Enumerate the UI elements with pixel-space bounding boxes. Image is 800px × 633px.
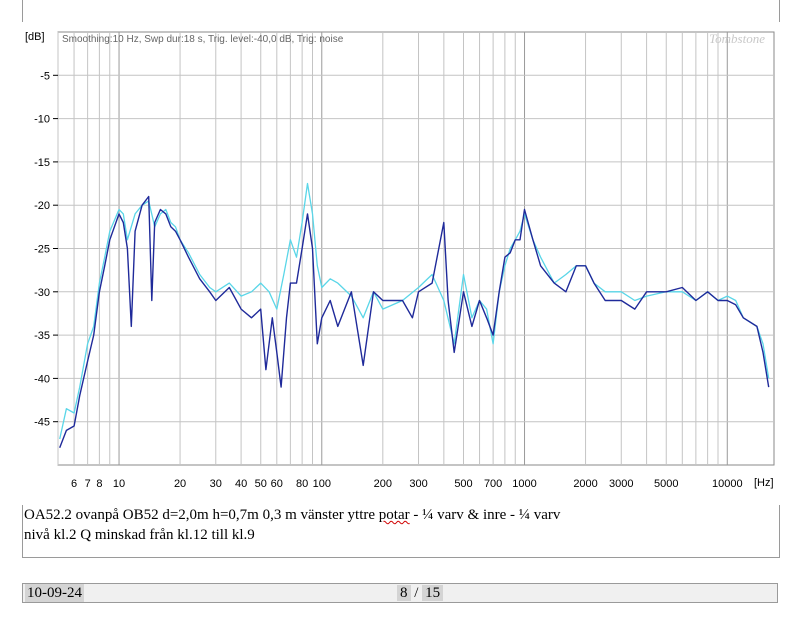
y-tick-labels: -5 -10 -15 -20 -25 -30 -35 -40 -45: [34, 70, 58, 429]
y-tick-label: -45: [34, 417, 50, 429]
x-tick-label: 3000: [609, 478, 633, 490]
tombstone-watermark: Tombstone: [709, 31, 765, 46]
x-tick-label: 2000: [573, 478, 597, 490]
caption-line-1-text-b: - ¼ varv & inre - ¼ varv: [409, 507, 561, 523]
x-tick-label: 80: [296, 478, 308, 490]
x-tick-labels: 6 7 8 10 20 30 40 50 60 80 100 200 300 500 700 1000 2000…: [71, 478, 743, 490]
x-tick-label: 500: [454, 478, 472, 490]
page-separator: /: [410, 585, 423, 601]
measurement-info: Smoothing:10 Hz, Swp dur:18 s, Trig. lev…: [62, 34, 344, 45]
page-current: 8: [397, 585, 411, 601]
x-tick-label: 300: [409, 478, 427, 490]
footer-date: 10-09-24: [25, 584, 84, 602]
x-tick-label: 10: [113, 478, 125, 490]
x-tick-label: 60: [271, 478, 283, 490]
footer-bar: 10-09-24 8 / 15: [22, 583, 778, 603]
y-tick-label: -40: [34, 373, 50, 385]
x-tick-label: 700: [484, 478, 502, 490]
y-tick-label: -25: [34, 244, 50, 256]
caption-misspelled-word: potar: [378, 507, 410, 523]
y-tick-label: -35: [34, 330, 50, 342]
y-tick-label: -5: [40, 70, 50, 82]
y-tick-label: -20: [34, 200, 50, 212]
x-tick-label: 20: [174, 478, 186, 490]
x-tick-label: 7: [85, 478, 91, 490]
x-axis-unit-label: [Hz]: [754, 477, 774, 489]
x-tick-label: 200: [374, 478, 392, 490]
y-axis-unit-label: [dB]: [25, 31, 45, 43]
y-tick-label: -15: [34, 157, 50, 169]
x-tick-label: 100: [313, 478, 331, 490]
x-tick-label: 10000: [712, 478, 743, 490]
x-tick-label: 6: [71, 478, 77, 490]
x-tick-label: 5000: [654, 478, 678, 490]
x-tick-label: 50: [255, 478, 267, 490]
frequency-response-chart: -5 -10 -15 -20 -25 -30 -35 -40 -45 6 7 8 10 20 30 40 50…: [25, 31, 775, 490]
x-tick-label: 30: [210, 478, 222, 490]
page-total: 15: [422, 585, 444, 601]
page-indicator: 8 / 15: [397, 584, 444, 602]
y-tick-label: -10: [34, 114, 50, 126]
caption-line-1: OA52.2 ovanpå OB52 d=2,0m h=0,7m 0,3 m v…: [24, 507, 560, 524]
caption-line-1-text-a: OA52.2 ovanpå OB52 d=2,0m h=0,7m 0,3 m v…: [24, 507, 379, 523]
caption-line-2: nivå kl.2 Q minskad från kl.12 till kl.9: [24, 527, 255, 543]
y-tick-label: -30: [34, 287, 50, 299]
x-tick-label: 1000: [512, 478, 536, 490]
x-tick-label: 8: [96, 478, 102, 490]
x-tick-label: 40: [235, 478, 247, 490]
